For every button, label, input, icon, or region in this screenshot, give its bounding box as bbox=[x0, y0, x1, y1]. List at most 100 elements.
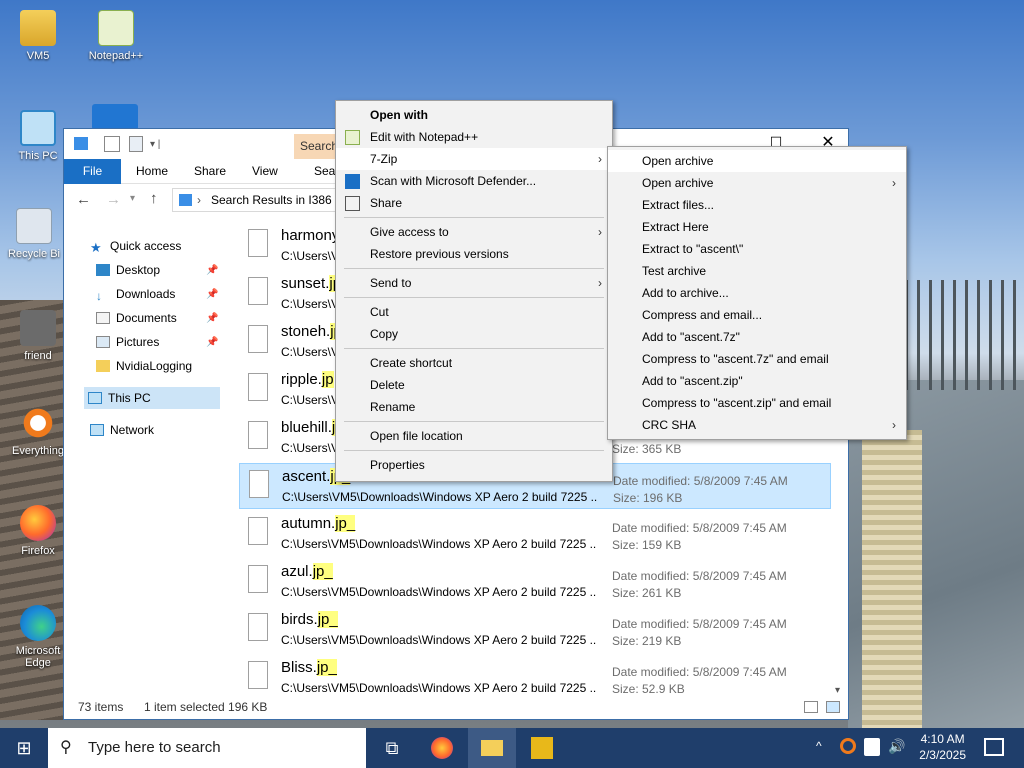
menu-copy[interactable]: Copy bbox=[336, 323, 612, 345]
desktop-icon-everything[interactable]: Everything bbox=[8, 405, 68, 457]
file-icon bbox=[248, 325, 268, 353]
menu-restore-versions[interactable]: Restore previous versions bbox=[336, 243, 612, 265]
tactile-paving bbox=[862, 430, 922, 730]
desktop-icon-recycle-bin[interactable]: Recycle Bi bbox=[4, 208, 64, 260]
list-item[interactable]: birds.jp_ C:\Users\VM5\Downloads\Windows … bbox=[239, 607, 831, 653]
firefox-taskbar-icon[interactable] bbox=[418, 728, 466, 768]
chevron-right-icon: › bbox=[892, 176, 896, 190]
menu-open-file-location[interactable]: Open file location bbox=[336, 425, 612, 447]
taskbar-search-box[interactable]: ⚲ Type here to search bbox=[48, 728, 366, 768]
nav-downloads[interactable]: ↓ Downloads bbox=[96, 283, 175, 305]
new-folder-icon[interactable] bbox=[129, 136, 143, 152]
menu-divider bbox=[344, 217, 604, 218]
task-view-icon[interactable]: ⧉ bbox=[368, 728, 416, 768]
pin-icon[interactable]: 📌 bbox=[206, 337, 218, 348]
tab-file[interactable]: File bbox=[64, 159, 121, 184]
menu-properties[interactable]: Properties bbox=[336, 454, 612, 476]
forward-arrow-icon[interactable]: → bbox=[106, 191, 121, 208]
vscode-icon[interactable] bbox=[92, 104, 138, 130]
large-icons-view-icon[interactable] bbox=[826, 701, 840, 713]
submenu-extract-here[interactable]: Extract Here bbox=[608, 216, 906, 238]
nav-desktop[interactable]: Desktop bbox=[96, 259, 160, 281]
submenu-compress-7z-email[interactable]: Compress to "ascent.7z" and email bbox=[608, 348, 906, 370]
properties-checkmark-icon[interactable] bbox=[104, 136, 120, 152]
list-item[interactable]: autumn.jp_ C:\Users\VM5\Downloads\Windows… bbox=[239, 511, 831, 557]
submenu-extract-to[interactable]: Extract to "ascent\" bbox=[608, 238, 906, 260]
address-bar[interactable]: › Search Results in I386 bbox=[172, 188, 352, 212]
share-icon bbox=[345, 196, 360, 211]
submenu-extract-files[interactable]: Extract files... bbox=[608, 194, 906, 216]
app-taskbar-icon[interactable] bbox=[518, 728, 566, 768]
menu-divider bbox=[344, 348, 604, 349]
submenu-test-archive[interactable]: Test archive bbox=[608, 260, 906, 282]
chevron-right-icon: › bbox=[598, 276, 602, 290]
nav-nvidialogging[interactable]: NvidiaLogging bbox=[96, 355, 192, 377]
menu-divider bbox=[344, 268, 604, 269]
submenu-open-archive[interactable]: Open archive bbox=[608, 150, 906, 172]
menu-cut[interactable]: Cut bbox=[336, 301, 612, 323]
submenu-compress-email[interactable]: Compress and email... bbox=[608, 304, 906, 326]
file-icon bbox=[248, 373, 268, 401]
user-folder-icon bbox=[20, 10, 56, 46]
nav-pictures[interactable]: Pictures bbox=[96, 331, 159, 353]
status-bar: 73 items 1 item selected 196 KB bbox=[64, 695, 848, 719]
menu-rename[interactable]: Rename bbox=[336, 396, 612, 418]
desktop-icon-vm5[interactable]: VM5 bbox=[8, 10, 68, 62]
breadcrumb-chevron-icon[interactable]: › bbox=[197, 189, 201, 211]
file-icon bbox=[249, 470, 269, 498]
desktop-icon-friend[interactable]: friend bbox=[8, 310, 68, 362]
document-icon bbox=[96, 312, 110, 324]
nav-quick-access[interactable]: ★ Quick access bbox=[90, 235, 181, 257]
details-view-icon[interactable] bbox=[804, 701, 818, 713]
submenu-open-archive-more[interactable]: Open archive › bbox=[608, 172, 906, 194]
defender-tray-icon[interactable] bbox=[864, 738, 880, 756]
list-item[interactable]: azul.jp_ C:\Users\VM5\Downloads\Windows X… bbox=[239, 559, 831, 605]
nav-this-pc[interactable]: This PC bbox=[84, 387, 220, 409]
menu-edit-notepadpp[interactable]: Edit with Notepad++ bbox=[336, 126, 612, 148]
menu-scan-defender[interactable]: Scan with Microsoft Defender... bbox=[336, 170, 612, 192]
menu-give-access[interactable]: Give access to › bbox=[336, 221, 612, 243]
search-icon: ⚲ bbox=[60, 739, 72, 756]
submenu-crc-sha[interactable]: CRC SHA › bbox=[608, 414, 906, 436]
menu-delete[interactable]: Delete bbox=[336, 374, 612, 396]
submenu-compress-zip-email[interactable]: Compress to "ascent.zip" and email bbox=[608, 392, 906, 414]
file-icon bbox=[248, 229, 268, 257]
explorer-folder-icon bbox=[74, 137, 88, 150]
quick-access-dropdown-icon[interactable]: ▾ | bbox=[150, 139, 160, 150]
taskbar-clock[interactable]: 4:10 AM 2/3/2025 bbox=[919, 731, 966, 763]
menu-share[interactable]: Share bbox=[336, 192, 612, 214]
station-fence bbox=[905, 280, 1024, 390]
pin-icon[interactable]: 📌 bbox=[206, 265, 218, 276]
everything-tray-icon[interactable] bbox=[840, 738, 856, 754]
desktop-icon-notepadpp[interactable]: Notepad++ bbox=[86, 10, 146, 62]
desktop-icon-edge[interactable]: Microsoft Edge bbox=[8, 605, 68, 669]
menu-send-to[interactable]: Send to › bbox=[336, 272, 612, 294]
menu-7zip[interactable]: 7-Zip › bbox=[336, 148, 612, 170]
recycle-bin-icon bbox=[16, 208, 52, 244]
tab-share[interactable]: Share bbox=[184, 159, 236, 184]
nav-documents[interactable]: Documents bbox=[96, 307, 177, 329]
submenu-add-to-7z[interactable]: Add to "ascent.7z" bbox=[608, 326, 906, 348]
volume-icon[interactable]: 🔊 bbox=[888, 738, 905, 755]
tab-home[interactable]: Home bbox=[126, 159, 178, 184]
firefox-icon bbox=[20, 505, 56, 541]
menu-create-shortcut[interactable]: Create shortcut bbox=[336, 352, 612, 374]
pin-icon[interactable]: 📌 bbox=[206, 313, 218, 324]
start-windows-icon[interactable]: ⊞ bbox=[0, 728, 48, 768]
tab-view[interactable]: View bbox=[242, 159, 288, 184]
file-explorer-taskbar-icon[interactable] bbox=[468, 728, 516, 768]
menu-open-with[interactable]: Open with bbox=[336, 104, 612, 126]
computer-icon bbox=[88, 392, 102, 404]
pin-icon[interactable]: 📌 bbox=[206, 289, 218, 300]
recent-dropdown-icon[interactable]: ▾ bbox=[130, 193, 135, 204]
nav-network[interactable]: Network bbox=[90, 419, 154, 441]
up-arrow-icon[interactable]: ↑ bbox=[150, 190, 158, 207]
chevron-up-icon[interactable]: ^ bbox=[816, 739, 822, 753]
desktop-icon-firefox[interactable]: Firefox bbox=[8, 505, 68, 557]
back-arrow-icon[interactable]: ← bbox=[76, 191, 91, 208]
notification-icon[interactable] bbox=[984, 738, 1004, 756]
desktop-icon-this-pc[interactable]: This PC bbox=[8, 110, 68, 162]
submenu-add-to-archive[interactable]: Add to archive... bbox=[608, 282, 906, 304]
address-text: Search Results in I386 bbox=[211, 193, 332, 207]
submenu-add-to-zip[interactable]: Add to "ascent.zip" bbox=[608, 370, 906, 392]
